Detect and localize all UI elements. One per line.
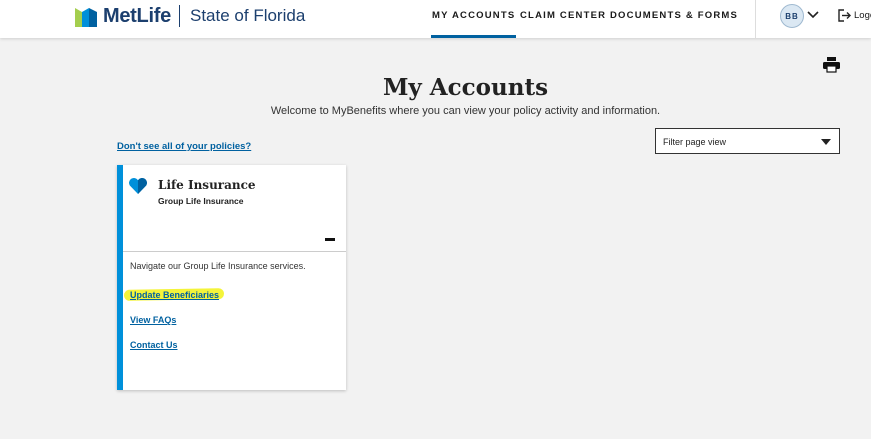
nav-claim-center[interactable]: CLAIM CENTER bbox=[520, 10, 606, 21]
brand-name[interactable]: MetLife bbox=[103, 5, 171, 28]
card-subtitle: Group Life Insurance bbox=[158, 196, 244, 206]
print-icon[interactable] bbox=[823, 56, 840, 73]
nav-documents-forms[interactable]: DOCUMENTS & FORMS bbox=[610, 10, 738, 21]
filter-select-label: Filter page view bbox=[663, 137, 727, 147]
welcome-text: Welcome to MyBenefits where you can view… bbox=[270, 105, 661, 117]
dropdown-arrow-icon bbox=[821, 139, 831, 145]
top-header: MetLife State of Florida MY ACCOUNTS CLA… bbox=[0, 0, 871, 38]
missing-policies-link[interactable]: Don't see all of your policies? bbox=[117, 141, 251, 152]
header-divider bbox=[179, 5, 180, 27]
nav-my-accounts[interactable]: MY ACCOUNTS bbox=[430, 10, 517, 38]
contact-us-link[interactable]: Contact Us bbox=[130, 340, 178, 350]
metlife-logo-icon[interactable] bbox=[75, 6, 97, 27]
update-beneficiaries-link[interactable]: Update Beneficiaries bbox=[130, 290, 219, 300]
card-title: Life Insurance bbox=[158, 178, 256, 192]
logout-icon[interactable] bbox=[838, 9, 851, 22]
nav-separator bbox=[755, 0, 756, 38]
card-accent-bar bbox=[117, 165, 123, 390]
filter-page-view-select[interactable]: Filter page view bbox=[655, 128, 840, 154]
collapse-icon[interactable] bbox=[325, 238, 335, 241]
life-insurance-card: Life Insurance Group Life Insurance Navi… bbox=[117, 165, 346, 390]
page-title: My Accounts bbox=[382, 74, 549, 101]
view-faqs-link[interactable]: View FAQs bbox=[130, 315, 176, 325]
chevron-down-icon[interactable] bbox=[807, 10, 819, 20]
card-divider bbox=[123, 251, 346, 252]
card-description: Navigate our Group Life Insurance servic… bbox=[130, 261, 306, 271]
logout-label[interactable]: Logo bbox=[854, 10, 871, 21]
user-avatar[interactable]: BB bbox=[780, 4, 804, 28]
heart-icon bbox=[129, 177, 147, 194]
organization-name: State of Florida bbox=[190, 6, 306, 25]
